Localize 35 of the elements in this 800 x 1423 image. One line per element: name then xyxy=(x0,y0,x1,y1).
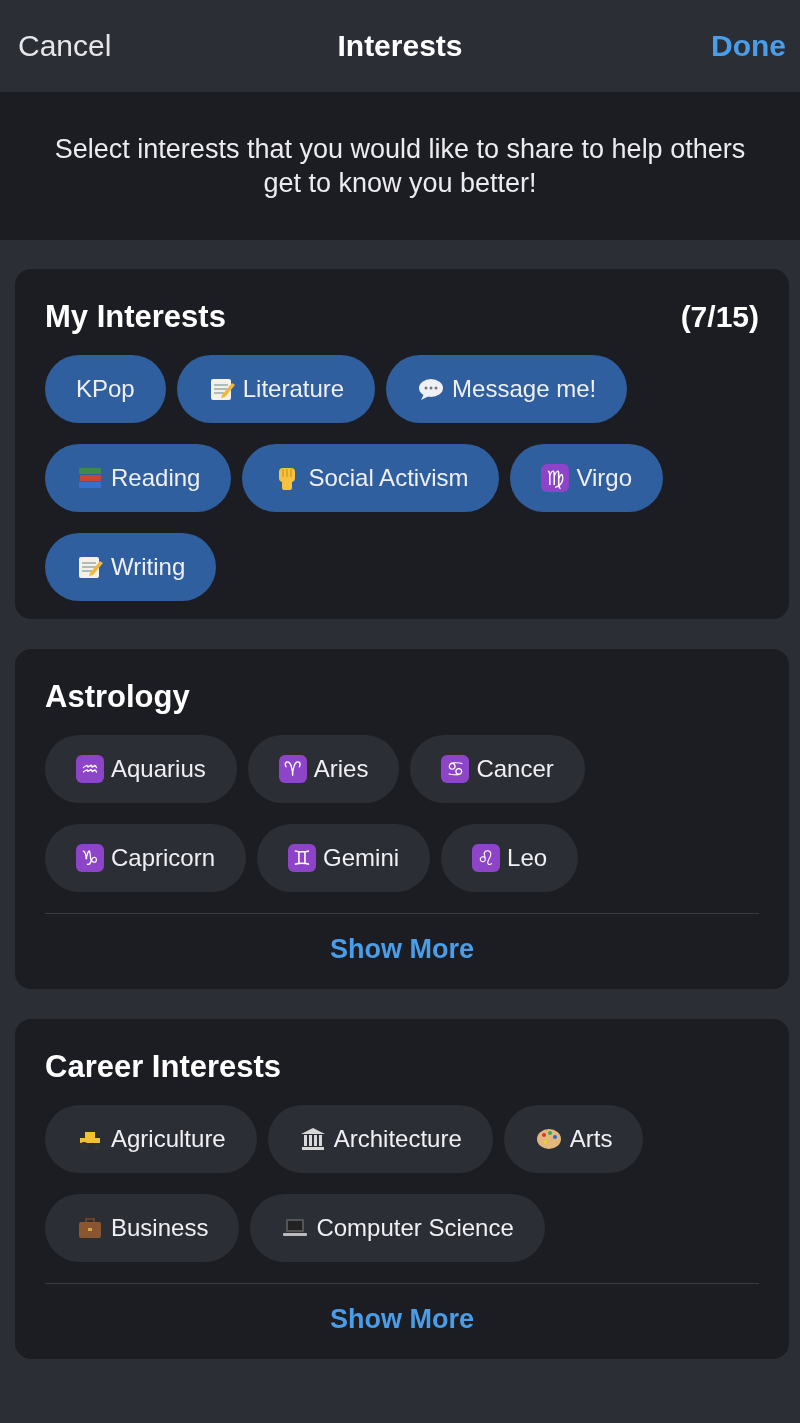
zodiac-sign: ♍ xyxy=(541,464,570,492)
section-title: Career Interests xyxy=(45,1049,282,1085)
show-more-button[interactable]: Show More xyxy=(330,914,474,971)
zodiac-sign: ♌ xyxy=(472,844,501,872)
interest-chip[interactable]: ♑ Capricorn xyxy=(45,824,247,892)
interest-chip[interactable]: Literature xyxy=(176,355,376,423)
interest-chip[interactable]: ♍ Virgo xyxy=(510,444,664,512)
interest-count: (7/15) xyxy=(680,300,759,334)
interest-chip[interactable]: Arts xyxy=(503,1105,644,1173)
intro-text: Select interests that you would like to share to help others get to know you better! xyxy=(53,133,747,200)
interest-chip[interactable]: Agriculture xyxy=(45,1105,257,1173)
zodiac-sign: ♊ xyxy=(288,844,317,872)
interest-chip[interactable]: Message me! xyxy=(386,355,628,423)
interest-chip[interactable]: ♈ Aries xyxy=(247,735,400,803)
interest-chip[interactable]: Writing xyxy=(45,533,217,601)
zodiac-sign: ♒ xyxy=(76,755,104,783)
interest-chip[interactable]: ♋ Cancer xyxy=(410,735,585,803)
section-title: Astrology xyxy=(45,679,190,715)
interest-chip[interactable]: Business xyxy=(45,1194,240,1262)
interest-chip[interactable]: KPop xyxy=(45,355,166,423)
zodiac-sign: ♑ xyxy=(76,844,104,872)
interest-chip[interactable]: Computer Science xyxy=(250,1194,545,1262)
zodiac-sign: ♈ xyxy=(278,755,307,783)
interest-chip[interactable]: Architecture xyxy=(267,1105,493,1173)
section-title: My Interests xyxy=(45,299,226,335)
interest-chip[interactable]: ♊ Gemini xyxy=(257,824,431,892)
done-button[interactable]: Done xyxy=(711,29,786,63)
interest-chip[interactable]: ♒ Aquarius xyxy=(45,735,237,803)
zodiac-sign: ♋ xyxy=(441,755,470,783)
cancel-button[interactable]: Cancel xyxy=(18,29,112,63)
interest-chip[interactable]: ♌ Leo xyxy=(441,824,579,892)
screen-title: Interests xyxy=(337,29,463,63)
show-more-button[interactable]: Show More xyxy=(330,1284,474,1341)
interest-chip[interactable]: Reading xyxy=(45,444,232,512)
interest-chip[interactable]: Social Activism xyxy=(242,444,500,512)
